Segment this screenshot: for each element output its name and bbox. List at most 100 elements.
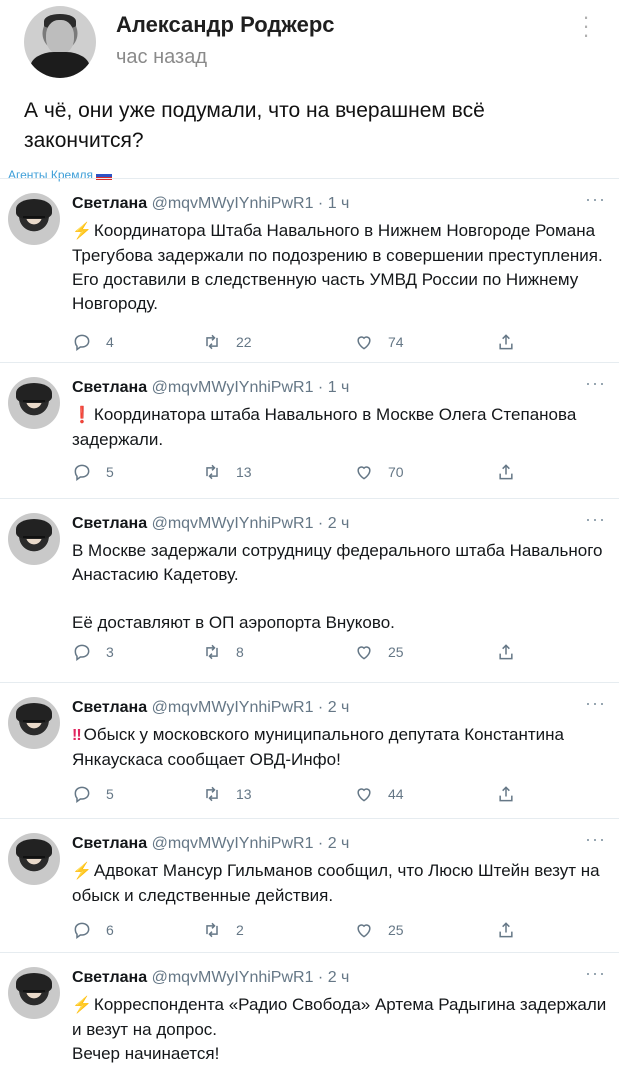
share-button[interactable] bbox=[496, 641, 530, 663]
tweet-avatar[interactable] bbox=[8, 193, 60, 245]
retweet-count: 8 bbox=[236, 644, 244, 660]
tweet-card[interactable]: Светлана @mqvMWyIYnhiPwR1 · 2 ч ··· ⚡ Корре… bbox=[0, 952, 619, 1080]
more-dots-icon[interactable]: ··· bbox=[585, 829, 606, 850]
reply-button[interactable]: 6 bbox=[72, 919, 114, 941]
post-header: Александр Роджерс час назад · · · bbox=[0, 0, 619, 90]
retweet-icon bbox=[202, 462, 236, 482]
reply-icon bbox=[72, 332, 106, 352]
heart-icon bbox=[354, 642, 388, 662]
reply-button[interactable]: 5 bbox=[72, 783, 114, 805]
like-count: 70 bbox=[388, 464, 404, 480]
retweet-button[interactable]: 8 bbox=[202, 641, 244, 663]
tweet-card[interactable]: Светлана @mqvMWyIYnhiPwR1 · 2 ч ··· ⚡ Адвок… bbox=[0, 818, 619, 952]
tweet-header: Светлана @mqvMWyIYnhiPwR1 · 1 ч bbox=[72, 195, 349, 213]
retweet-button[interactable]: 22 bbox=[202, 331, 252, 353]
reply-count: 4 bbox=[106, 334, 114, 350]
more-dots-icon[interactable]: ··· bbox=[585, 693, 606, 714]
tweet-author-name[interactable]: Светлана bbox=[72, 379, 147, 396]
tweet-author-name[interactable]: Светлана bbox=[72, 699, 147, 716]
author-avatar[interactable] bbox=[24, 6, 96, 78]
avatar-face bbox=[46, 20, 74, 54]
more-dots-icon[interactable]: ··· bbox=[580, 6, 592, 46]
exclamation-icon: ❗ bbox=[72, 407, 92, 424]
tweet-author-name[interactable]: Светлана bbox=[72, 195, 147, 212]
retweet-count: 13 bbox=[236, 786, 252, 802]
tweet-avatar[interactable] bbox=[8, 377, 60, 429]
like-button[interactable]: 25 bbox=[354, 919, 404, 941]
lightning-icon: ⚡ bbox=[72, 997, 92, 1014]
tweet-text: ⚡ Корреспондента «Радио Свобода» Артема Р… bbox=[72, 993, 612, 1066]
reply-count: 3 bbox=[106, 644, 114, 660]
reply-button[interactable]: 5 bbox=[72, 461, 114, 483]
avatar-glasses bbox=[23, 536, 45, 542]
reply-button[interactable]: 4 bbox=[72, 331, 114, 353]
tweet-card[interactable]: Светлана @mqvMWyIYnhiPwR1 · 2 ч ··· В Моск… bbox=[0, 498, 619, 682]
tweet-card[interactable]: Светлана @mqvMWyIYnhiPwR1 · 1 ч ··· ⚡ Коорд… bbox=[0, 178, 619, 362]
tweet-handle-time[interactable]: @mqvMWyIYnhiPwR1 · 2 ч bbox=[152, 699, 350, 716]
tweet-actions: 5 13 44 bbox=[72, 783, 532, 805]
tweet-handle-time[interactable]: @mqvMWyIYnhiPwR1 · 2 ч bbox=[152, 515, 350, 532]
like-button[interactable]: 70 bbox=[354, 461, 404, 483]
retweet-button[interactable]: 13 bbox=[202, 783, 252, 805]
share-button[interactable] bbox=[496, 331, 530, 353]
exclamation-icon: ‼ bbox=[72, 727, 82, 744]
avatar-glasses bbox=[23, 990, 45, 996]
retweet-count: 13 bbox=[236, 464, 252, 480]
share-button[interactable] bbox=[496, 919, 530, 941]
retweet-icon bbox=[202, 920, 236, 940]
post-time: час назад bbox=[116, 46, 208, 68]
more-dots-icon[interactable]: ··· bbox=[585, 963, 606, 984]
retweet-button[interactable]: 2 bbox=[202, 919, 244, 941]
tweet-handle-time[interactable]: @mqvMWyIYnhiPwR1 · 2 ч bbox=[152, 969, 350, 986]
reply-count: 5 bbox=[106, 786, 114, 802]
tweet-avatar[interactable] bbox=[8, 513, 60, 565]
like-button[interactable]: 25 bbox=[354, 641, 404, 663]
tweet-handle-time[interactable]: @mqvMWyIYnhiPwR1 · 1 ч bbox=[152, 195, 350, 212]
more-dots-icon[interactable]: ··· bbox=[585, 373, 606, 394]
tweet-author-name[interactable]: Светлана bbox=[72, 835, 147, 852]
avatar-glasses bbox=[23, 856, 45, 862]
tweet-header: Светлана @mqvMWyIYnhiPwR1 · 2 ч bbox=[72, 835, 349, 853]
reply-icon bbox=[72, 920, 106, 940]
tweet-actions: 3 8 25 bbox=[72, 641, 532, 663]
share-icon bbox=[496, 462, 530, 482]
heart-icon bbox=[354, 462, 388, 482]
like-button[interactable]: 44 bbox=[354, 783, 404, 805]
tweet-header: Светлана @mqvMWyIYnhiPwR1 · 2 ч bbox=[72, 699, 349, 717]
like-button[interactable]: 74 bbox=[354, 331, 404, 353]
retweet-icon bbox=[202, 332, 236, 352]
tweet-avatar[interactable] bbox=[8, 967, 60, 1019]
reply-button[interactable]: 3 bbox=[72, 641, 114, 663]
more-dots-icon[interactable]: ··· bbox=[585, 509, 606, 530]
retweet-count: 22 bbox=[236, 334, 252, 350]
reply-icon bbox=[72, 784, 106, 804]
tweet-text: В Москве задержали сотрудницу федерально… bbox=[72, 539, 612, 635]
tweet-text: ❗ Координатора штаба Навального в Москве … bbox=[72, 403, 612, 452]
tweet-header: Светлана @mqvMWyIYnhiPwR1 · 2 ч bbox=[72, 515, 349, 533]
share-button[interactable] bbox=[496, 783, 530, 805]
reply-icon bbox=[72, 642, 106, 662]
tweet-author-name[interactable]: Светлана bbox=[72, 969, 147, 986]
tweet-text: ⚡ Координатора Штаба Навального в Нижнем … bbox=[72, 219, 612, 316]
avatar-glasses bbox=[23, 400, 45, 406]
retweet-button[interactable]: 13 bbox=[202, 461, 252, 483]
tweet-card[interactable]: Светлана @mqvMWyIYnhiPwR1 · 2 ч ··· ‼ Обыск… bbox=[0, 682, 619, 818]
tweet-avatar[interactable] bbox=[8, 697, 60, 749]
tweet-handle-time[interactable]: @mqvMWyIYnhiPwR1 · 1 ч bbox=[152, 379, 350, 396]
tweet-text-content: Обыск у московского муниципального депут… bbox=[72, 725, 565, 769]
heart-icon bbox=[354, 784, 388, 804]
tweet-avatar[interactable] bbox=[8, 833, 60, 885]
share-button[interactable] bbox=[496, 461, 530, 483]
like-count: 25 bbox=[388, 922, 404, 938]
more-dots-icon[interactable]: ··· bbox=[585, 189, 606, 210]
tweet-handle-time[interactable]: @mqvMWyIYnhiPwR1 · 2 ч bbox=[152, 835, 350, 852]
avatar-body bbox=[30, 52, 90, 78]
tweet-author-name[interactable]: Светлана bbox=[72, 515, 147, 532]
like-count: 74 bbox=[388, 334, 404, 350]
like-count: 25 bbox=[388, 644, 404, 660]
tweet-card[interactable]: Светлана @mqvMWyIYnhiPwR1 · 1 ч ··· ❗ Коорд… bbox=[0, 362, 619, 498]
share-icon bbox=[496, 920, 530, 940]
post-text: А чё, они уже подумали, что на вчерашнем… bbox=[24, 99, 485, 152]
author-name[interactable]: Александр Роджерс bbox=[116, 12, 335, 38]
like-count: 44 bbox=[388, 786, 404, 802]
